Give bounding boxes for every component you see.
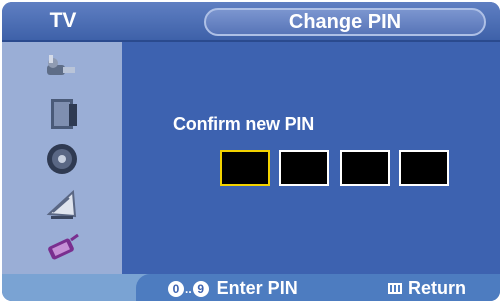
pin-digit-1[interactable] <box>220 150 270 186</box>
header-bar: TV Change PIN <box>2 2 500 42</box>
menu-key-icon <box>388 283 402 294</box>
enter-pin-label: Enter PIN <box>216 278 298 298</box>
satellite-dish-icon[interactable] <box>43 184 81 224</box>
menu-sidebar <box>2 42 122 274</box>
page-title: Change PIN <box>204 8 486 36</box>
enter-pin-hint: 0 .. 9 Enter PIN <box>168 278 298 299</box>
confirm-pin-prompt: Confirm new PIN <box>173 114 315 134</box>
range-dots: .. <box>185 281 192 296</box>
pin-entry-panel: Confirm new PIN <box>122 42 500 274</box>
footer-bar: 0 .. 9 Enter PIN Return <box>2 274 500 301</box>
return-hint[interactable]: Return <box>388 278 466 299</box>
pin-digit-4[interactable] <box>399 150 449 186</box>
pin-digit-2[interactable] <box>279 150 329 186</box>
speaker-icon[interactable] <box>43 139 81 179</box>
key-0-icon: 0 <box>168 280 184 297</box>
footer-hints: 0 .. 9 Enter PIN Return <box>136 274 500 301</box>
section-label: TV <box>49 9 77 32</box>
picture-panel-icon[interactable] <box>43 94 81 134</box>
input-plug-icon[interactable] <box>43 48 81 88</box>
tv-screen: TV Change PIN Confirm new PIN 0 .. 9 Ent… <box>2 2 500 301</box>
key-9-icon: 9 <box>192 280 209 297</box>
connector-icon[interactable] <box>43 230 81 270</box>
return-label: Return <box>408 278 466 298</box>
pin-digit-3[interactable] <box>340 150 390 186</box>
